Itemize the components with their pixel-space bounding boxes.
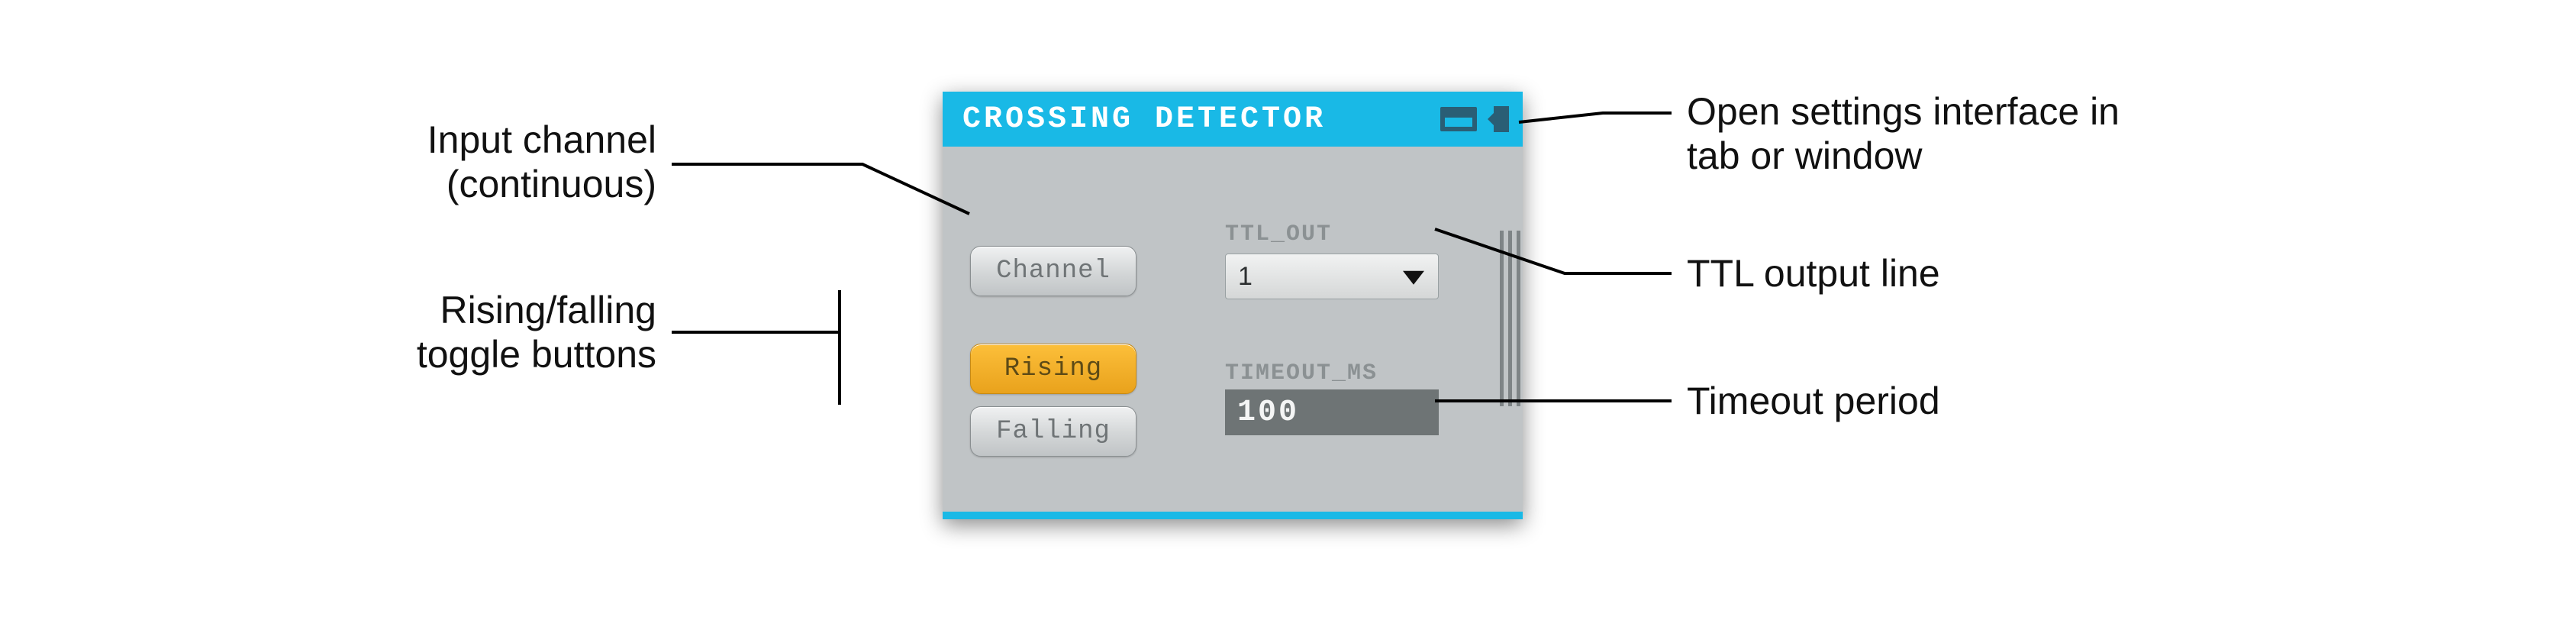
rising-toggle-button[interactable]: Rising bbox=[970, 344, 1136, 394]
chevron-down-icon bbox=[1403, 271, 1424, 285]
annotation-input-channel: Input channel (continuous) bbox=[244, 118, 656, 206]
annotation-text: Input channel bbox=[244, 118, 656, 163]
panel-footer-bar bbox=[943, 512, 1523, 519]
annotation-text: Open settings interface in bbox=[1687, 90, 2374, 134]
open-in-tab-icon[interactable] bbox=[1440, 107, 1477, 131]
panel-body: Channel Rising Falling TTL_OUT 1 TIMEOUT… bbox=[943, 147, 1523, 512]
annotation-text: TTL output line bbox=[1687, 252, 1940, 295]
annotation-timeout: Timeout period bbox=[1687, 380, 1940, 424]
annotation-ttl-output: TTL output line bbox=[1687, 252, 1940, 296]
titlebar-icons bbox=[1440, 92, 1509, 147]
ttl-out-value: 1 bbox=[1238, 262, 1253, 292]
panel-titlebar: CROSSING DETECTOR bbox=[943, 92, 1523, 147]
ttl-out-dropdown[interactable]: 1 bbox=[1225, 254, 1439, 299]
timeout-input[interactable] bbox=[1225, 389, 1439, 435]
resize-handle[interactable] bbox=[1497, 231, 1523, 406]
falling-toggle-button[interactable]: Falling bbox=[970, 406, 1136, 457]
annotation-text: toggle buttons bbox=[244, 333, 656, 377]
annotation-text: (continuous) bbox=[244, 163, 656, 207]
annotation-toggle-buttons: Rising/falling toggle buttons bbox=[244, 289, 656, 376]
channel-button[interactable]: Channel bbox=[970, 246, 1136, 296]
timeout-label: TIMEOUT_MS bbox=[1225, 360, 1378, 386]
annotation-text: Timeout period bbox=[1687, 380, 1940, 422]
open-in-window-icon[interactable] bbox=[1494, 106, 1509, 132]
ttl-out-label: TTL_OUT bbox=[1225, 221, 1332, 247]
annotation-text: tab or window bbox=[1687, 134, 2374, 179]
annotation-text: Rising/falling bbox=[244, 289, 656, 333]
crossing-detector-panel: CROSSING DETECTOR Channel Rising Falling… bbox=[943, 92, 1523, 519]
panel-title: CROSSING DETECTOR bbox=[962, 102, 1326, 137]
annotation-open-settings: Open settings interface in tab or window bbox=[1687, 90, 2374, 178]
